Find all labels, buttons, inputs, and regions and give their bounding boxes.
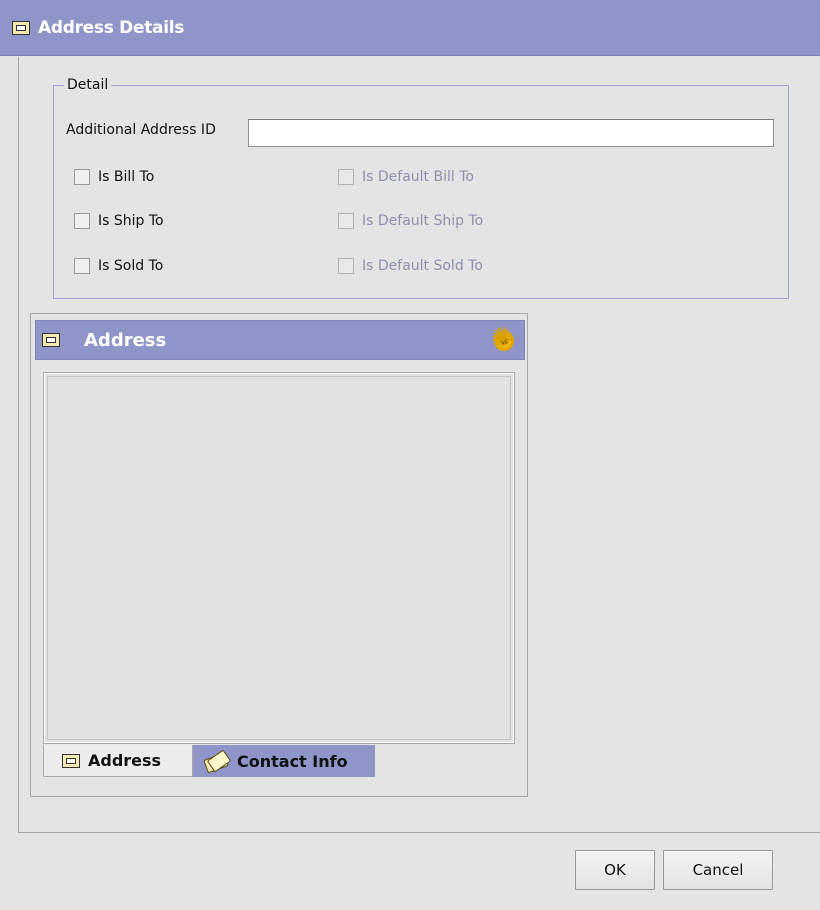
checkbox-box — [338, 213, 354, 229]
address-card-icon — [12, 20, 30, 35]
checkbox-label: Is Default Sold To — [362, 258, 483, 274]
tab-label: Contact Info — [237, 751, 348, 771]
address-card-icon — [42, 333, 60, 347]
window-title: Address Details — [38, 17, 185, 38]
address-card-icon — [62, 753, 80, 768]
address-content-area — [43, 372, 515, 744]
is-default-sold-to-checkbox: Is Default Sold To — [338, 258, 483, 274]
window-title-bar: Address Details — [0, 0, 820, 56]
is-ship-to-checkbox[interactable]: Is Ship To — [74, 213, 164, 229]
checkbox-label: Is Default Ship To — [362, 213, 484, 229]
is-default-ship-to-checkbox: Is Default Ship To — [338, 213, 483, 229]
checkbox-box — [338, 258, 354, 274]
tab-address[interactable]: Address — [43, 745, 193, 777]
checkbox-box[interactable] — [74, 258, 90, 274]
is-default-bill-to-checkbox: Is Default Bill To — [338, 169, 474, 185]
gear-icon[interactable] — [491, 325, 514, 351]
checkbox-label: Is Bill To — [98, 169, 155, 185]
checkbox-box — [338, 169, 354, 185]
detail-legend: Detail — [67, 77, 109, 93]
tab-contact-info[interactable]: Contact Info — [193, 745, 375, 777]
checkbox-label: Is Ship To — [98, 213, 164, 229]
ok-button[interactable]: OK — [575, 850, 655, 890]
checkbox-label: Is Sold To — [98, 258, 164, 274]
address-tabs: Address Contact Info — [43, 745, 375, 779]
checkbox-box[interactable] — [74, 169, 90, 185]
tab-label: Address — [88, 751, 162, 770]
is-sold-to-checkbox[interactable]: Is Sold To — [74, 258, 163, 274]
checkbox-label: Is Default Bill To — [362, 169, 474, 185]
contacts-icon — [205, 752, 229, 770]
cancel-button[interactable]: Cancel — [663, 850, 773, 890]
additional-address-id-input[interactable] — [248, 119, 774, 147]
is-bill-to-checkbox[interactable]: Is Bill To — [74, 169, 154, 185]
address-panel-title: Address — [84, 329, 167, 351]
address-panel: Address Address Contact Info — [30, 313, 528, 797]
address-panel-header: Address — [35, 320, 525, 360]
additional-address-id-label: Additional Address ID — [66, 122, 216, 138]
checkbox-box[interactable] — [74, 213, 90, 229]
